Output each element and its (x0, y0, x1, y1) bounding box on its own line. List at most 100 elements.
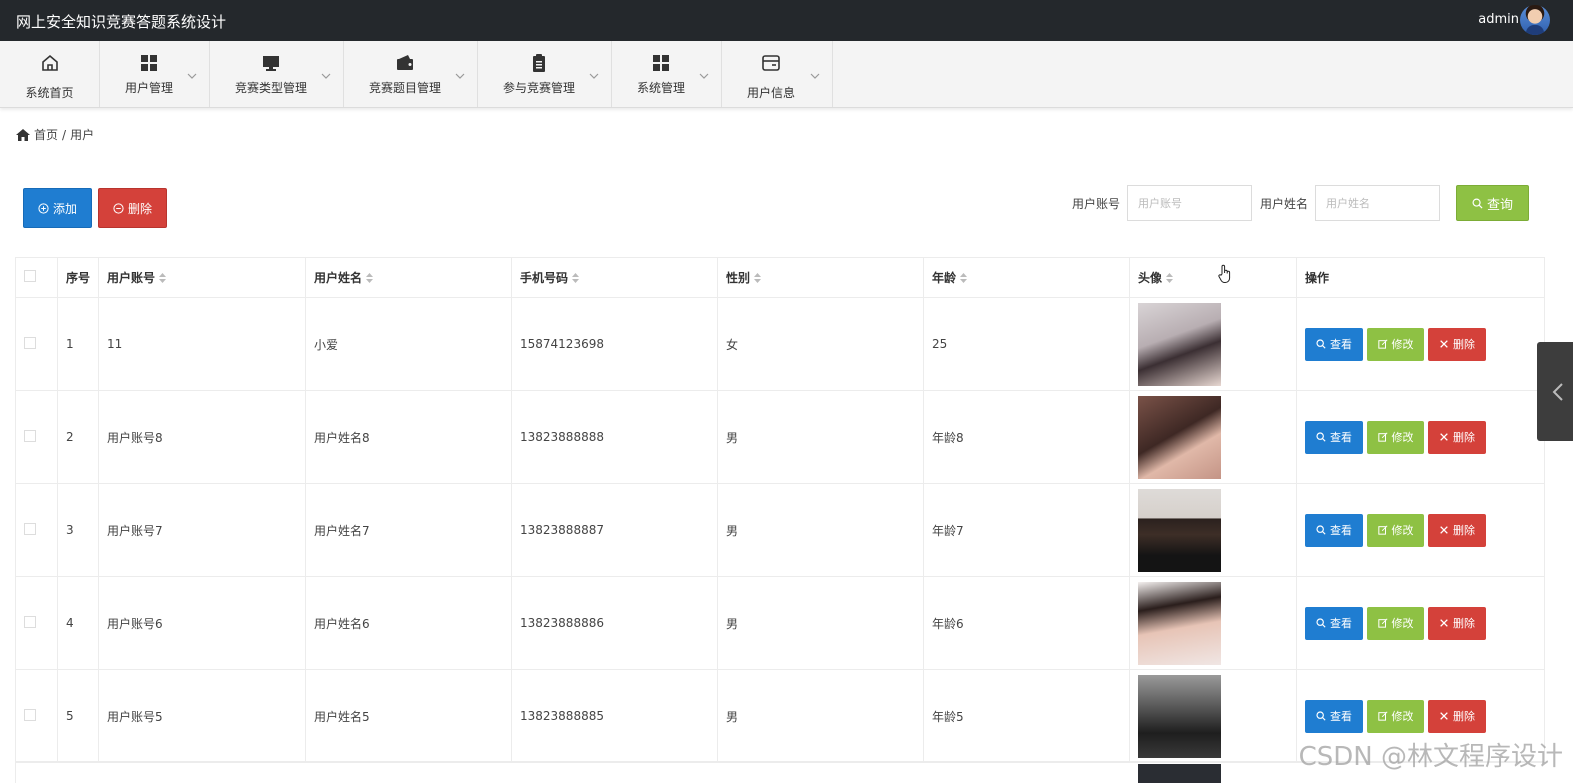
cell-phone: 13823888886 (511, 576, 718, 670)
query-button-label: 查询 (1486, 197, 1513, 213)
row-checkbox[interactable] (24, 708, 36, 721)
sort-icon[interactable] (754, 273, 762, 283)
search-icon (1316, 339, 1326, 349)
add-button-label: 添加 (52, 201, 77, 216)
view-button[interactable]: 查看 (1305, 699, 1363, 733)
select-all-checkbox[interactable] (24, 270, 36, 282)
nav-label: 用户信息 (746, 86, 795, 100)
edit-button[interactable]: 修改 (1367, 699, 1424, 733)
cell-name: 用户姓名8 (305, 390, 512, 484)
nav-item-user-management[interactable]: 用户管理 (100, 41, 210, 107)
edit-button[interactable]: 修改 (1367, 513, 1424, 547)
view-button-label: 查看 (1330, 431, 1352, 444)
view-button[interactable]: 查看 (1305, 327, 1363, 361)
delete-button[interactable]: 删除 (1428, 327, 1486, 361)
col-index-label: 序号 (66, 271, 91, 285)
view-button-label: 查看 (1330, 710, 1352, 723)
cell-age: 年龄5 (923, 669, 1130, 763)
delete-button-label: 删除 (1453, 617, 1475, 630)
cell-index: 2 (57, 390, 99, 484)
sort-icon[interactable] (1166, 273, 1174, 283)
main-nav: 系统首页 用户管理 竞赛类型管理 竞赛题目管理 参与竞赛管理 系统管理 用户信息 (0, 41, 1573, 108)
chevron-down-icon (455, 73, 465, 79)
nav-label: 竞赛题目管理 (368, 81, 441, 95)
search-icon (1316, 432, 1326, 442)
nav-item-contest-participation[interactable]: 参与竞赛管理 (478, 41, 612, 107)
batch-delete-label: 删除 (127, 201, 152, 216)
avatar[interactable] (1520, 5, 1550, 35)
col-phone[interactable]: 手机号码 (511, 257, 718, 298)
cell-phone: 15874123698 (511, 297, 718, 391)
row-checkbox[interactable] (24, 615, 36, 628)
col-avatar[interactable]: 头像 (1129, 257, 1297, 298)
top-bar: 网上安全知识竞赛答题系统设计 admin (0, 0, 1573, 41)
search-icon (1316, 525, 1326, 535)
row-checkbox[interactable] (24, 429, 36, 442)
col-avatar-label: 头像 (1138, 271, 1163, 285)
edit-button-label: 修改 (1391, 431, 1414, 444)
hand-cursor-icon (1218, 264, 1231, 283)
nav-label: 参与竞赛管理 (502, 81, 575, 95)
col-name[interactable]: 用户姓名 (305, 257, 512, 298)
username-label[interactable]: admin (1478, 12, 1519, 27)
sort-icon[interactable] (159, 273, 167, 283)
breadcrumb-home[interactable]: 首页 (34, 126, 58, 143)
table-row: 4 用户账号6 用户姓名6 13823888886 男年龄6 查看 修改 删除 (15, 576, 1545, 670)
edit-button[interactable]: 修改 (1367, 606, 1424, 640)
chevron-down-icon (810, 73, 820, 79)
cell-actions: 查看 修改 删除 (1296, 297, 1545, 391)
row-checkbox[interactable] (24, 336, 36, 349)
close-icon (1440, 712, 1448, 720)
view-button[interactable]: 查看 (1305, 420, 1363, 454)
delete-button[interactable]: 删除 (1428, 513, 1486, 547)
col-gender[interactable]: 性别 (717, 257, 924, 298)
edit-button[interactable]: 修改 (1367, 327, 1424, 361)
chevron-down-icon (699, 73, 709, 79)
table-row: 2 用户账号8 用户姓名8 13823888888 男年龄8 查看 修改 删除 (15, 390, 1545, 484)
account-search-input[interactable] (1127, 185, 1252, 221)
col-actions: 操作 (1296, 257, 1545, 298)
col-name-label: 用户姓名 (314, 271, 363, 285)
edit-icon (1377, 711, 1388, 721)
avatar-image[interactable] (1138, 581, 1221, 665)
cell-actions: 查看 修改 删除 (1296, 390, 1545, 484)
delete-button[interactable]: 删除 (1428, 606, 1486, 640)
side-collapse-tab[interactable] (1537, 342, 1573, 441)
view-button[interactable]: 查看 (1305, 513, 1363, 547)
minus-circle-icon (113, 202, 124, 214)
col-account[interactable]: 用户账号 (98, 257, 306, 298)
query-button[interactable]: 查询 (1456, 185, 1529, 221)
cell-phone: 13823888885 (511, 669, 718, 763)
avatar-image[interactable] (1138, 488, 1221, 572)
batch-delete-button[interactable]: 删除 (98, 188, 167, 228)
chevron-down-icon (187, 73, 197, 79)
name-search-input[interactable] (1315, 185, 1440, 221)
delete-button[interactable]: 删除 (1428, 699, 1486, 733)
add-button[interactable]: 添加 (23, 188, 92, 228)
avatar-image[interactable] (1138, 395, 1221, 479)
cell-avatar (1129, 297, 1297, 391)
col-account-label: 用户账号 (107, 271, 156, 285)
col-age-label: 年龄 (932, 271, 957, 285)
cell-account: 11 (98, 297, 306, 391)
cell-avatar (1129, 576, 1297, 670)
nav-item-contest-type[interactable]: 竞赛类型管理 (210, 41, 344, 107)
sort-icon[interactable] (960, 273, 968, 283)
avatar-image[interactable] (1138, 302, 1221, 386)
breadcrumb-current: 用户 (70, 128, 95, 142)
nav-item-contest-questions[interactable]: 竞赛题目管理 (344, 41, 478, 107)
edit-button[interactable]: 修改 (1367, 420, 1424, 454)
view-button[interactable]: 查看 (1305, 606, 1363, 640)
delete-button[interactable]: 删除 (1428, 420, 1486, 454)
sort-icon[interactable] (572, 273, 580, 283)
chevron-down-icon (589, 73, 599, 79)
watermark: CSDN @林文程序设计 (1298, 742, 1563, 772)
row-checkbox[interactable] (24, 522, 36, 535)
sort-icon[interactable] (366, 273, 374, 283)
avatar-image[interactable] (1138, 674, 1221, 758)
col-age[interactable]: 年龄 (923, 257, 1130, 298)
cell-name: 用户姓名5 (305, 669, 512, 763)
nav-item-user-info[interactable]: 用户信息 (722, 41, 833, 107)
nav-item-system-management[interactable]: 系统管理 (612, 41, 722, 107)
nav-item-home[interactable]: 系统首页 (0, 41, 100, 107)
